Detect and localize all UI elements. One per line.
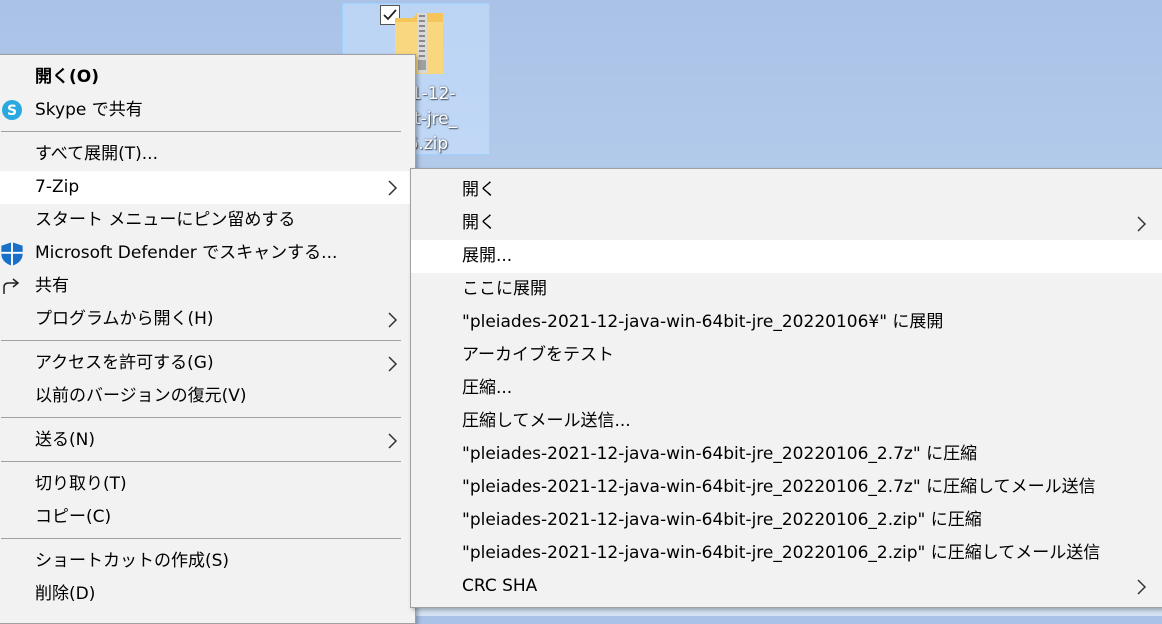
menu-item-label: "pleiades-2021-12-java-win-64bit-jre_202…	[462, 312, 944, 332]
menu-item-7zip[interactable]: 7-Zip	[0, 171, 415, 204]
submenu-item-test-archive[interactable]: アーカイブをテスト	[411, 339, 1162, 372]
submenu-item-extract-here[interactable]: ここに展開	[411, 273, 1162, 306]
submenu-item-compress-7z[interactable]: "pleiades-2021-12-java-win-64bit-jre_202…	[411, 438, 1162, 471]
menu-item-label: ショートカットの作成(S)	[35, 551, 230, 571]
context-menu: 開く(O) S Skype で共有 すべて展開(T)... 7-Zip スタート…	[0, 54, 416, 624]
menu-item-label: CRC SHA	[462, 576, 538, 596]
menu-item-label: "pleiades-2021-12-java-win-64bit-jre_202…	[462, 543, 1101, 563]
menu-item-extract-all[interactable]: すべて展開(T)...	[0, 138, 415, 171]
menu-item-label: 展開...	[462, 246, 513, 266]
chevron-right-icon	[388, 180, 398, 196]
menu-item-copy[interactable]: コピー(C)	[0, 501, 415, 534]
submenu-item-compress-zip-email[interactable]: "pleiades-2021-12-java-win-64bit-jre_202…	[411, 537, 1162, 570]
menu-item-restore-versions[interactable]: 以前のバージョンの復元(V)	[0, 380, 415, 413]
skype-icon: S	[2, 100, 22, 120]
sevenzip-submenu: 開く 開く 展開... ここに展開 "pleiades-2021-12-java…	[410, 168, 1162, 608]
menu-item-send-to[interactable]: 送る(N)	[0, 424, 415, 457]
menu-separator	[1, 340, 401, 341]
menu-item-create-shortcut[interactable]: ショートカットの作成(S)	[0, 545, 415, 578]
menu-separator	[1, 538, 401, 539]
menu-item-defender-scan[interactable]: Microsoft Defender でスキャンする...	[0, 237, 415, 270]
chevron-right-icon	[388, 433, 398, 449]
submenu-item-crc-sha[interactable]: CRC SHA	[411, 570, 1162, 603]
svg-text:S: S	[7, 103, 17, 119]
chevron-right-icon	[388, 312, 398, 328]
menu-item-label: "pleiades-2021-12-java-win-64bit-jre_202…	[462, 444, 978, 464]
menu-item-label: 開く	[462, 213, 496, 233]
menu-item-label: コピー(C)	[35, 507, 112, 527]
submenu-item-extract-to-folder[interactable]: "pleiades-2021-12-java-win-64bit-jre_202…	[411, 306, 1162, 339]
menu-separator	[1, 417, 401, 418]
menu-item-give-access[interactable]: アクセスを許可する(G)	[0, 347, 415, 380]
menu-separator	[1, 461, 401, 462]
submenu-item-open-as[interactable]: 開く	[411, 207, 1162, 240]
submenu-item-add-to-archive[interactable]: 圧縮...	[411, 372, 1162, 405]
defender-shield-icon	[1, 242, 23, 266]
menu-item-label: Microsoft Defender でスキャンする...	[35, 243, 338, 263]
menu-item-label: 開く(O)	[35, 67, 99, 87]
menu-item-label: 圧縮してメール送信...	[462, 411, 631, 431]
share-icon	[3, 278, 20, 294]
chevron-right-icon	[1137, 216, 1147, 232]
menu-item-label: ここに展開	[462, 279, 547, 299]
chevron-right-icon	[1137, 579, 1147, 595]
submenu-item-open[interactable]: 開く	[411, 174, 1162, 207]
menu-item-label: "pleiades-2021-12-java-win-64bit-jre_202…	[462, 477, 1096, 497]
menu-item-pin-start[interactable]: スタート メニューにピン留めする	[0, 204, 415, 237]
menu-item-skype-share[interactable]: S Skype で共有	[0, 94, 415, 127]
submenu-item-compress-7z-email[interactable]: "pleiades-2021-12-java-win-64bit-jre_202…	[411, 471, 1162, 504]
menu-item-label: 切り取り(T)	[35, 474, 127, 494]
submenu-item-compress-zip[interactable]: "pleiades-2021-12-java-win-64bit-jre_202…	[411, 504, 1162, 537]
submenu-item-compress-and-email[interactable]: 圧縮してメール送信...	[411, 405, 1162, 438]
menu-item-cut[interactable]: 切り取り(T)	[0, 468, 415, 501]
menu-item-label: 送る(N)	[35, 430, 95, 450]
menu-item-share[interactable]: 共有	[0, 270, 415, 303]
menu-item-label: すべて展開(T)...	[35, 144, 158, 164]
menu-item-label: "pleiades-2021-12-java-win-64bit-jre_202…	[462, 510, 982, 530]
menu-separator	[1, 131, 401, 132]
menu-item-label: 共有	[35, 276, 69, 296]
menu-item-label: Skype で共有	[35, 100, 143, 120]
menu-item-label: 以前のバージョンの復元(V)	[35, 386, 247, 406]
menu-item-label: プログラムから開く(H)	[35, 309, 214, 329]
menu-item-label: 7-Zip	[35, 177, 80, 197]
menu-item-label: スタート メニューにピン留めする	[35, 210, 296, 230]
menu-item-label: アーカイブをテスト	[462, 345, 614, 365]
menu-item-label: アクセスを許可する(G)	[35, 353, 214, 373]
menu-item-label: 削除(D)	[35, 584, 96, 604]
menu-item-open-with[interactable]: プログラムから開く(H)	[0, 303, 415, 336]
submenu-item-extract-files[interactable]: 展開...	[411, 240, 1162, 273]
chevron-right-icon	[388, 356, 398, 372]
menu-item-delete[interactable]: 削除(D)	[0, 578, 415, 611]
menu-item-label: 圧縮...	[462, 378, 513, 398]
menu-item-open[interactable]: 開く(O)	[0, 61, 415, 94]
menu-item-label: 開く	[462, 180, 496, 200]
